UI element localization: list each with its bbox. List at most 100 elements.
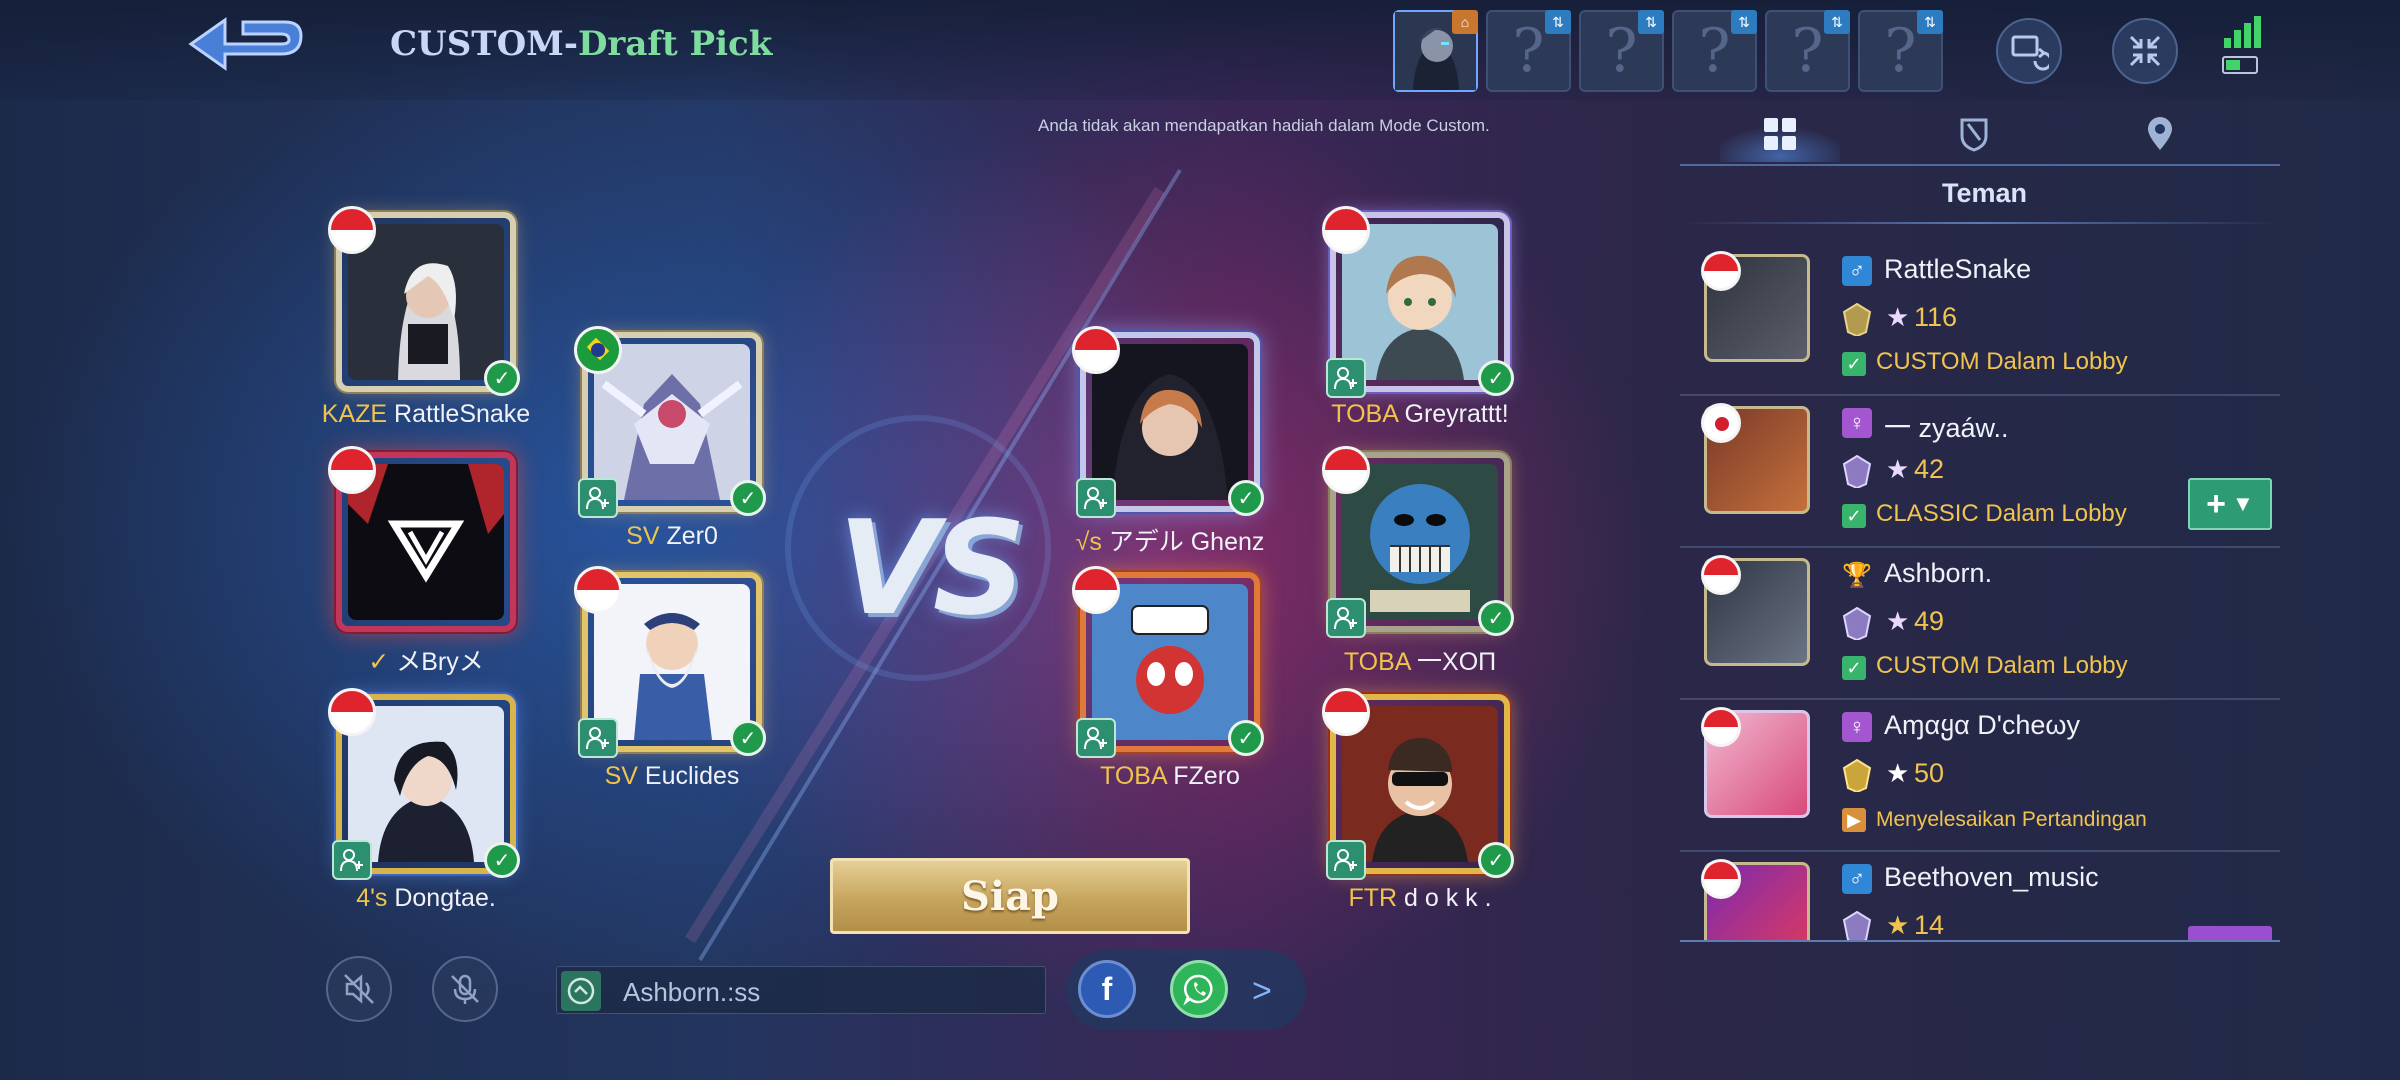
add-friend-icon[interactable] (1326, 358, 1366, 398)
rank-badge-icon (1842, 758, 1872, 792)
ready-check-icon: ✓ (1478, 842, 1514, 878)
male-icon: ♂ (1842, 864, 1872, 894)
flag-icon (1322, 206, 1370, 254)
rank-badge-icon (1842, 910, 1872, 940)
vs-label: VS (838, 492, 1026, 644)
female-icon: ♀ (1842, 712, 1872, 742)
share-more-chevron-icon[interactable]: > (1252, 972, 1272, 1011)
speaker-toggle-button[interactable] (326, 956, 392, 1022)
avatar (1701, 859, 1810, 940)
rank-badge-icon (1842, 606, 1872, 640)
tab-friends[interactable] (1720, 106, 1840, 162)
status-check-icon: ✓ (1842, 504, 1866, 528)
friend-row[interactable]: 🏆 Ashborn. ★ 49 ✓ CUSTOM Dalam Lobby (1680, 548, 2280, 700)
avatar (348, 706, 504, 862)
chat-input[interactable]: Ashborn.:ss (556, 966, 1046, 1014)
grid-icon (1764, 118, 1796, 150)
star-icon: ★ (1886, 302, 1910, 332)
mic-mute-icon (451, 974, 479, 1004)
rank-badge-icon (1842, 454, 1872, 488)
flag-icon (1701, 859, 1741, 899)
player-card-right-2[interactable]: ✓ (1072, 326, 1270, 522)
ready-check-icon: ✓ (1478, 600, 1514, 636)
trophy-icon: 🏆 (1842, 561, 1872, 589)
player-card-right-4[interactable]: ✓ (1072, 566, 1270, 762)
flag-icon (1701, 403, 1741, 443)
ready-check-icon: ✓ (1228, 720, 1264, 756)
avatar (594, 344, 750, 500)
whatsapp-icon (1183, 974, 1213, 1006)
avatar (348, 224, 504, 380)
ready-check-icon: ✓ (1228, 480, 1264, 516)
player-card-left-5[interactable]: ✓ (328, 688, 526, 884)
tab-squad[interactable] (1914, 106, 2034, 162)
ready-button[interactable]: Siap (830, 858, 1190, 934)
flag-icon (1322, 446, 1370, 494)
whatsapp-share-button[interactable] (1170, 960, 1228, 1018)
add-friend-icon[interactable] (1326, 840, 1366, 880)
player-name-right-3: TOBA 一XOП (1343, 648, 1497, 676)
divider (1680, 222, 2280, 224)
facebook-icon: f (1101, 970, 1113, 1007)
mic-toggle-button[interactable] (432, 956, 498, 1022)
ready-check-icon: ✓ (730, 720, 766, 756)
add-friend-icon[interactable] (332, 840, 372, 880)
add-friend-icon[interactable] (578, 478, 618, 518)
friend-status: CLASSIC Dalam Lobby (1876, 500, 2127, 527)
player-name-left-1: KAZE RattleSnake (321, 400, 531, 428)
panel-tabs (1680, 100, 2280, 166)
add-friend-icon[interactable] (1076, 718, 1116, 758)
tab-nearby[interactable] (2100, 106, 2220, 162)
player-card-right-5[interactable]: ✓ (1322, 688, 1520, 884)
divider (1680, 940, 2280, 942)
ready-check-icon: ✓ (1478, 360, 1514, 396)
player-name-left-3: ✓ メBryメ (368, 648, 484, 676)
player-name-right-2: √s アデル Ghenz (1075, 528, 1265, 556)
flag-icon (1701, 251, 1741, 291)
chat-channel-icon[interactable] (561, 971, 601, 1011)
rank-badge-icon (1842, 302, 1872, 336)
add-friend-icon[interactable] (578, 718, 618, 758)
player-name-left-4: SV Euclides (604, 762, 740, 790)
invite-friend-button[interactable]: + ▼ (2188, 478, 2272, 530)
facebook-share-button[interactable]: f (1078, 960, 1136, 1018)
friend-status: Menyelesaikan Pertandingan (1876, 808, 2147, 831)
flag-icon (1322, 688, 1370, 736)
player-card-right-1[interactable]: ✓ (1322, 206, 1520, 402)
friend-status: CUSTOM Dalam Lobby (1876, 348, 2128, 375)
player-name-right-4: TOBA FZero (1100, 762, 1240, 790)
player-card-right-3[interactable]: ✓ (1322, 446, 1520, 642)
player-name-left-5: 4's Dongtae. (356, 884, 496, 912)
friend-row[interactable]: ♀ 一 zyaáw.. ★ 42 ✓ CLASSIC Dalam Lobby +… (1680, 396, 2280, 548)
avatar (1342, 706, 1498, 862)
avatar (594, 584, 750, 740)
player-card-left-2[interactable]: ✓ (574, 326, 772, 522)
ready-check-icon: ✓ (730, 480, 766, 516)
friend-points: 49 (1914, 606, 1945, 636)
flag-icon (574, 326, 622, 374)
avatar (348, 464, 504, 620)
player-card-left-4[interactable]: ✓ (574, 566, 772, 762)
star-icon: ★ (1886, 606, 1910, 636)
player-name-right-5: FTR d o k k . (1348, 884, 1492, 912)
friend-row[interactable]: ♀ Aɱαყα D'cheωy ★ 50 ▶ Menyelesaikan Per… (1680, 700, 2280, 852)
star-icon: ★ (1886, 910, 1910, 940)
player-card-left-3[interactable] (328, 446, 526, 642)
avatar (1701, 555, 1810, 666)
friend-points: 14 (1914, 910, 1945, 940)
star-icon: ★ (1886, 758, 1910, 788)
friend-name: Beethoven_music (1884, 862, 2099, 892)
ready-check-icon: ✓ (484, 360, 520, 396)
flag-icon (1701, 707, 1741, 747)
invite-friend-button[interactable] (2188, 926, 2272, 940)
friend-row[interactable]: ♂ RattleSnake ★ 116 ✓ CUSTOM Dalam Lobby (1680, 244, 2280, 396)
avatar (1701, 251, 1810, 362)
match-finished-icon: ▶ (1842, 808, 1866, 832)
flag-icon (574, 566, 622, 614)
player-card-left-1[interactable]: ✓ (328, 206, 526, 402)
add-friend-icon[interactable] (1076, 478, 1116, 518)
add-friend-icon[interactable] (1326, 598, 1366, 638)
ready-check-icon: ✓ (484, 842, 520, 878)
player-name-right-1: TOBA Greyrattt! (1331, 400, 1509, 428)
flag-icon (328, 688, 376, 736)
